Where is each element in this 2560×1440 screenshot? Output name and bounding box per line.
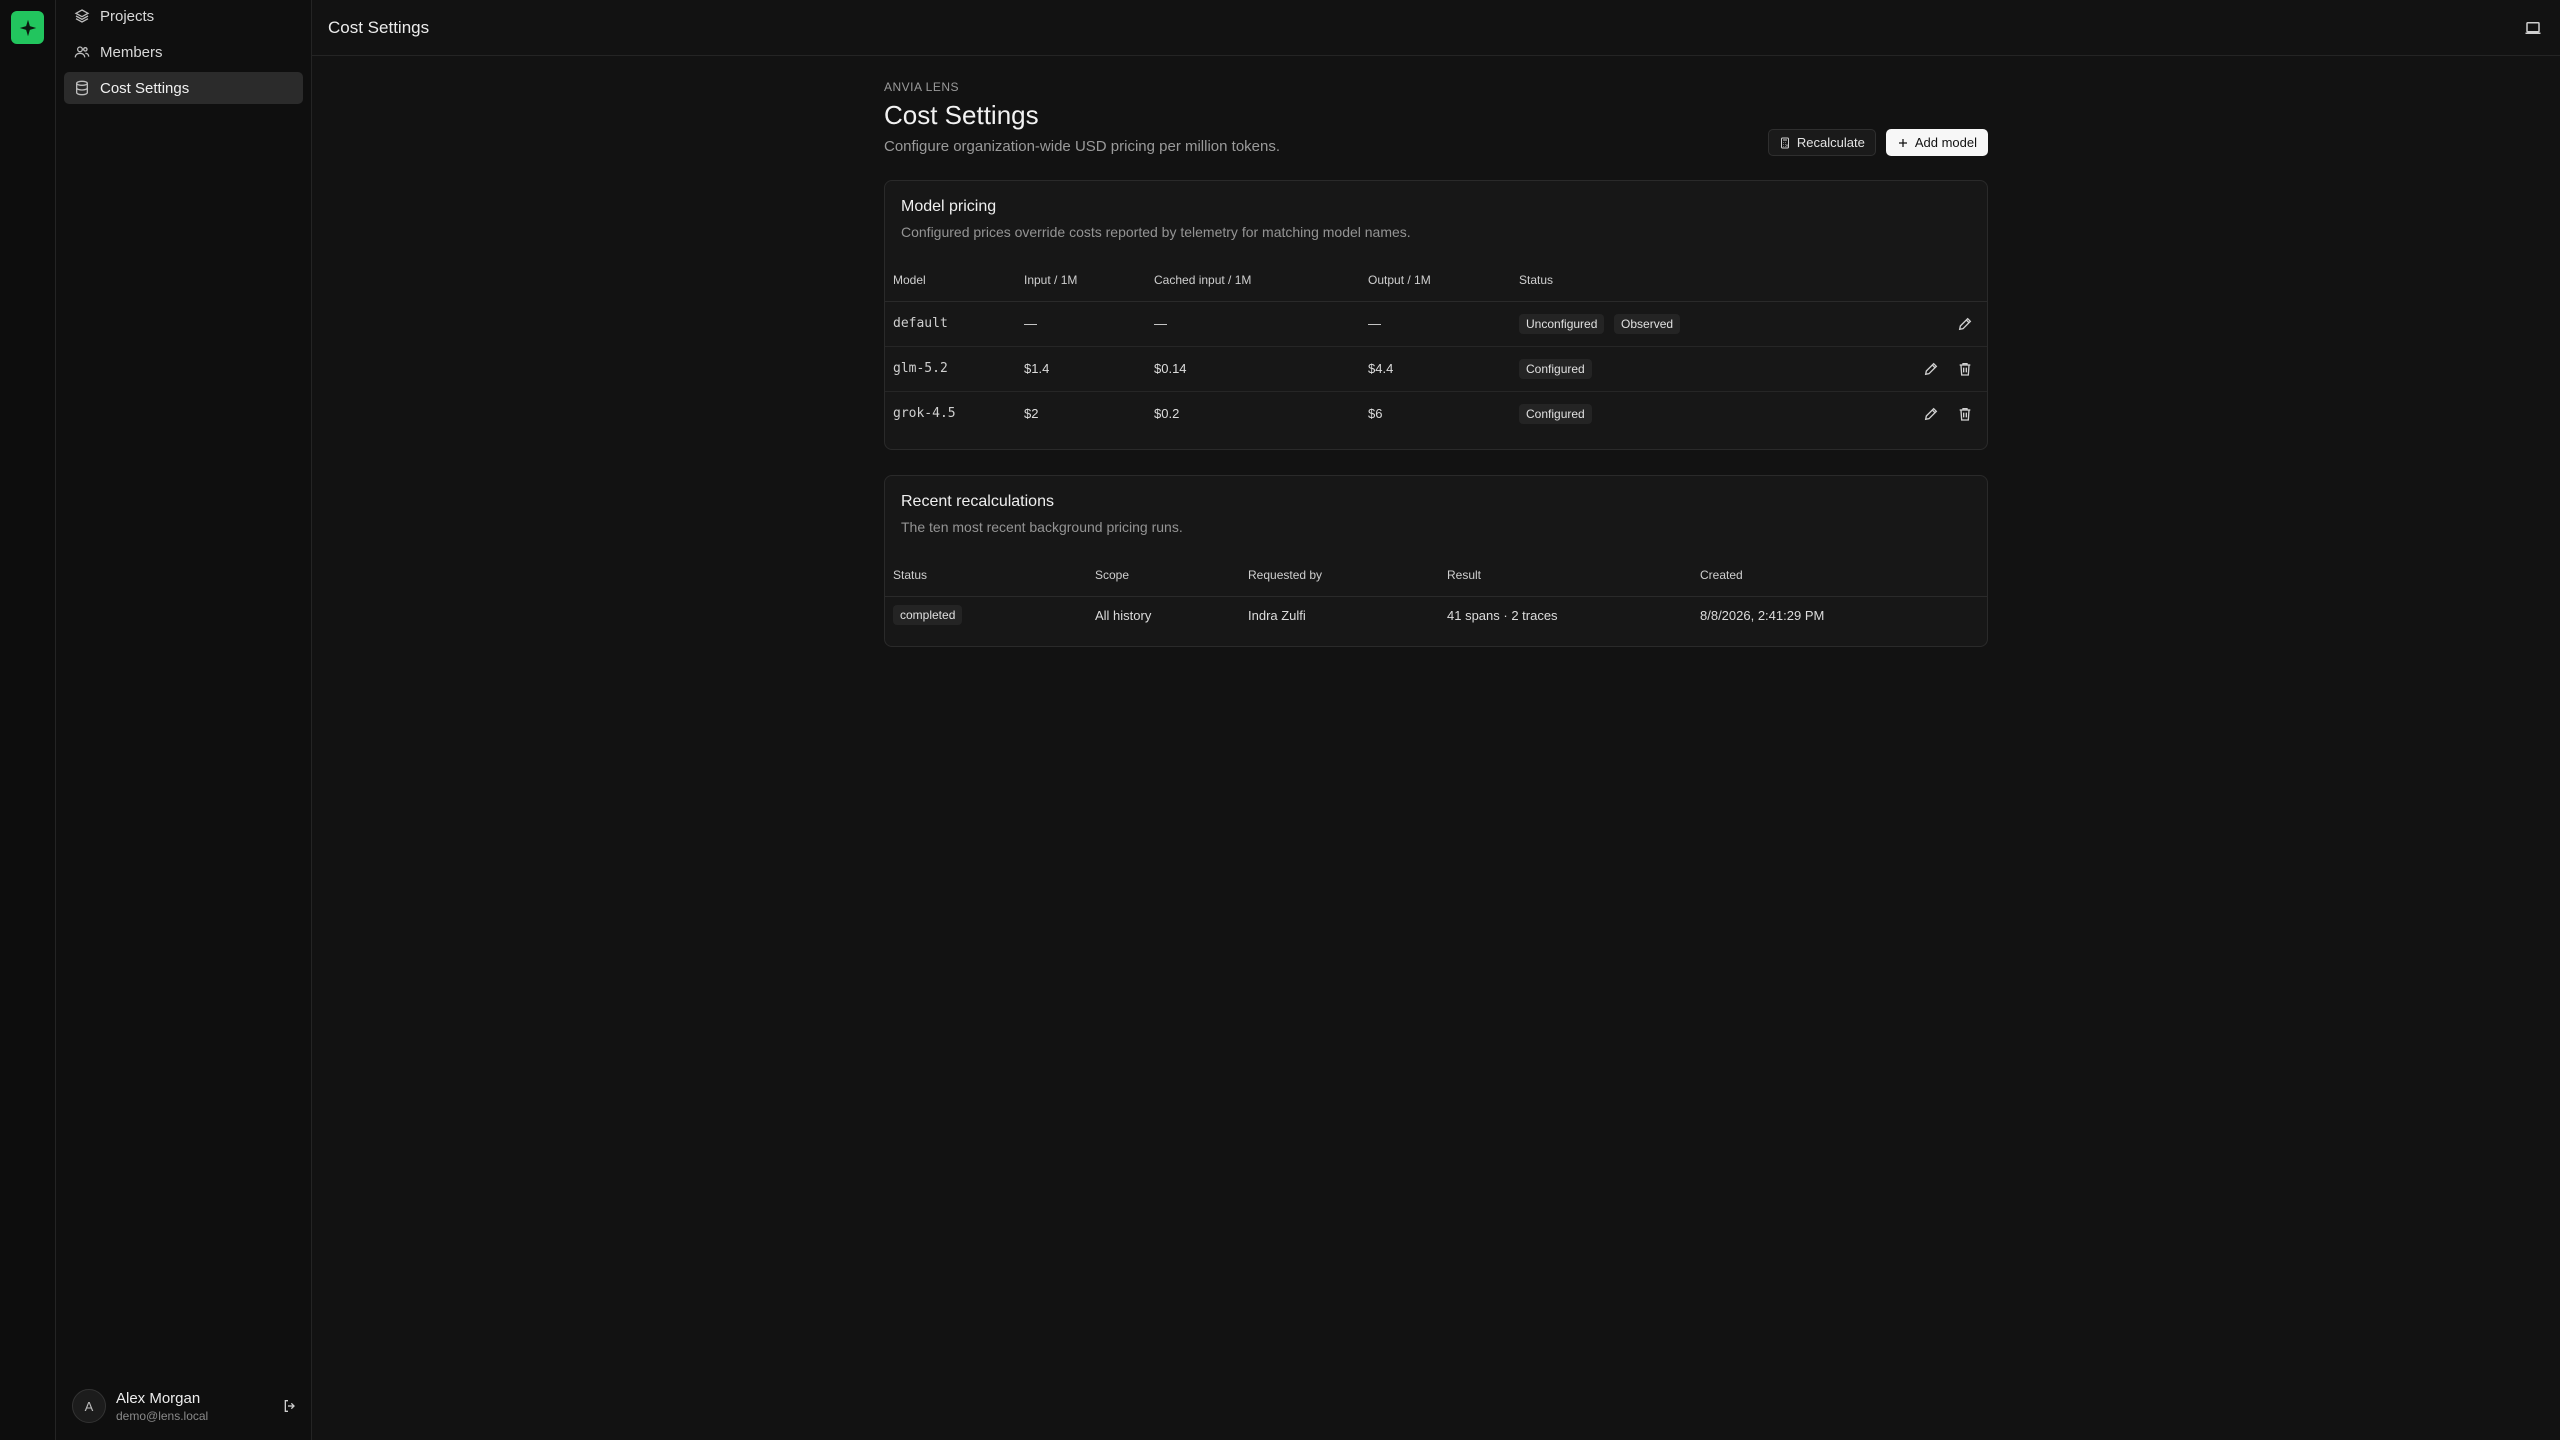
sparkle-icon <box>19 19 36 36</box>
status-cell: Unconfigured Observed <box>1511 301 1867 347</box>
row-actions <box>1867 301 1987 347</box>
user-name: Alex Morgan <box>116 1389 201 1407</box>
table-row: glm-5.2 $1.4 $0.14 $4.4 Configured <box>885 346 1987 392</box>
input-price: — <box>1016 301 1146 347</box>
main-content: ANVIA LENS Cost Settings Configure organ… <box>884 80 1988 647</box>
status-badge: Configured <box>1519 403 1592 424</box>
cached-price: $0.2 <box>1154 406 1180 422</box>
column-header: Result <box>1439 554 1692 597</box>
scope: All history <box>1095 607 1152 623</box>
input-price: $2 <box>1024 406 1039 422</box>
requested-by: Indra Zulfi <box>1248 607 1306 623</box>
table-row: grok-4.5 $2 $0.2 $6 Configured <box>885 391 1987 436</box>
app-rail <box>0 0 56 1440</box>
model-name: grok-4.5 <box>893 406 956 422</box>
edit-icon[interactable] <box>1957 316 1973 332</box>
column-header: Scope <box>1087 554 1240 597</box>
card-title: Model pricing <box>901 198 997 215</box>
column-header: Status <box>885 554 1087 597</box>
logout-icon[interactable] <box>282 1398 298 1414</box>
column-header: Input / 1M <box>1016 259 1146 302</box>
topbar-title: Cost Settings <box>328 17 430 37</box>
sidebar-item-cost-settings[interactable]: Cost Settings <box>64 72 303 104</box>
page-title: Cost Settings <box>884 100 1039 130</box>
edit-icon[interactable] <box>1923 361 1939 377</box>
table-header-row: Status Scope Requested by Result Created <box>885 554 1987 597</box>
page-actions: Recalculate Add model <box>1767 129 1988 156</box>
column-header: Status <box>1511 259 1867 302</box>
table-header-row: Model Input / 1M Cached input / 1M Outpu… <box>885 259 1987 302</box>
calculator-icon <box>1779 137 1791 149</box>
card-subtitle: The ten most recent background pricing r… <box>901 519 1183 535</box>
sidebar-item-projects[interactable]: Projects <box>64 0 303 32</box>
panel-toggle-icon[interactable] <box>2524 19 2542 37</box>
status-cell: Configured <box>1511 346 1867 392</box>
model-name: glm-5.2 <box>885 346 1016 392</box>
recalculate-button[interactable]: Recalculate <box>1767 129 1876 156</box>
database-icon <box>74 80 90 96</box>
add-model-label: Add model <box>1914 135 1977 150</box>
sidebar-item-label: Projects <box>100 7 155 25</box>
table-row: completed All history Indra Zulfi 41 spa… <box>885 596 1987 634</box>
output-price: $4.4 <box>1360 346 1511 392</box>
column-header: Requested by <box>1240 554 1439 597</box>
sidebar-item-label: Members <box>100 43 163 61</box>
users-icon <box>74 44 90 60</box>
column-header: Output / 1M <box>1360 259 1511 302</box>
cached-price: — <box>1146 301 1360 347</box>
table-row: default — — — Unconfigured Observed <box>885 301 1987 347</box>
input-price: $1.4 <box>1016 346 1146 392</box>
column-header: Cached input / 1M <box>1146 259 1360 302</box>
status-badge: completed <box>893 605 963 626</box>
sidebar-item-label: Cost Settings <box>100 79 190 97</box>
output-price: — <box>1360 301 1511 347</box>
cached-price: $0.14 <box>1146 346 1360 392</box>
add-model-button[interactable]: Add model <box>1885 129 1988 156</box>
sidebar-item-members[interactable]: Members <box>64 36 303 68</box>
output-price: $6 <box>1368 406 1383 422</box>
trash-icon[interactable] <box>1957 361 1973 377</box>
model-name: default <box>885 301 1016 347</box>
column-header: Model <box>885 259 1016 302</box>
topbar: Cost Settings <box>312 0 2560 56</box>
status-badge: Configured <box>1519 358 1592 379</box>
plus-icon <box>1897 137 1909 149</box>
app-logo[interactable] <box>11 11 44 44</box>
user-email: demo@lens.local <box>116 1408 209 1423</box>
status-cell: completed <box>885 596 1087 634</box>
row-actions <box>1867 346 1987 392</box>
pricing-table: Model Input / 1M Cached input / 1M Outpu… <box>885 259 1987 436</box>
recalculate-label: Recalculate <box>1796 135 1865 150</box>
column-header-actions <box>1867 259 1987 302</box>
sidebar: Projects Members Cost Settings A Alex Mo… <box>56 0 312 1440</box>
status-badge: Observed <box>1614 313 1681 334</box>
row-actions <box>1867 391 1987 436</box>
status-badge: Unconfigured <box>1519 313 1605 334</box>
recalculations-table: Status Scope Requested by Result Created… <box>885 554 1987 634</box>
user-profile[interactable]: A Alex Morgan demo@lens.local <box>72 1388 302 1424</box>
status-cell: Configured <box>1511 391 1867 436</box>
edit-icon[interactable] <box>1923 406 1939 422</box>
avatar: A <box>72 1389 106 1423</box>
layers-icon <box>74 8 90 24</box>
trash-icon[interactable] <box>1957 406 1973 422</box>
card-subtitle: Configured prices override costs reporte… <box>901 224 1411 240</box>
card-title: Recent recalculations <box>901 493 1054 510</box>
recent-recalculations-card: Recent recalculations The ten most recen… <box>884 475 1988 647</box>
result: 41 spans · 2 traces <box>1447 607 1558 623</box>
model-pricing-card: Model pricing Configured prices override… <box>884 180 1988 450</box>
created: 8/8/2026, 2:41:29 PM <box>1700 607 1825 623</box>
page-eyebrow: ANVIA LENS <box>884 80 960 94</box>
column-header: Created <box>1692 554 1987 597</box>
